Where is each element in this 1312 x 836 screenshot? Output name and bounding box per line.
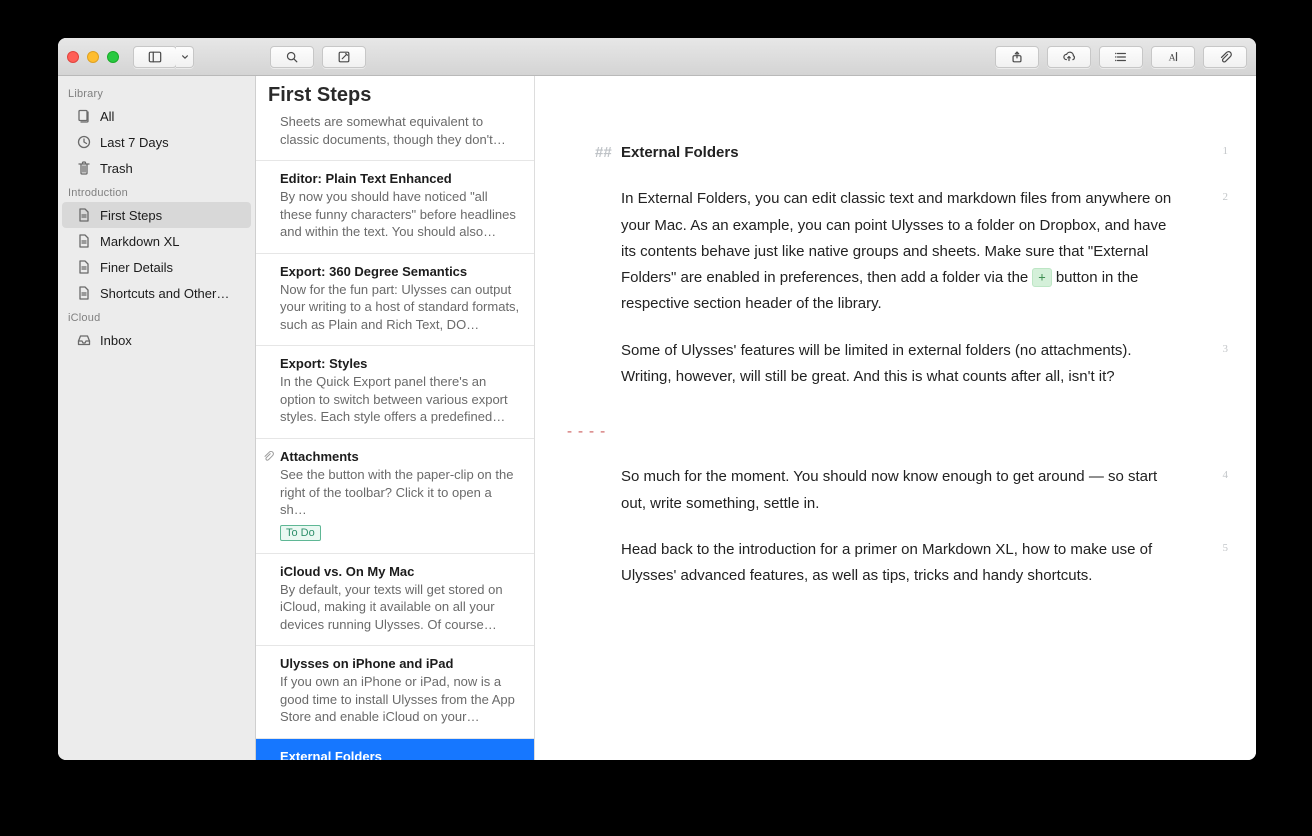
sidebar-item-finer-details[interactable]: Finer Details: [58, 254, 255, 280]
attachments-button[interactable]: [1203, 46, 1247, 68]
horizontal-rule: ----: [565, 418, 1176, 444]
sidebar-section-library: Library: [58, 82, 255, 103]
doc-icon: [76, 207, 92, 223]
plus-pill: +: [1032, 268, 1051, 287]
trash-icon: [76, 160, 92, 176]
publish-button[interactable]: [1047, 46, 1091, 68]
sidebar-item-label: First Steps: [100, 208, 162, 223]
sidebar-item-label: Markdown XL: [100, 234, 179, 249]
sheet-item[interactable]: External FoldersIn External Folders, you…: [256, 739, 534, 760]
editor-paragraph: Some of Ulysses' features will be limite…: [621, 338, 1176, 391]
sheet-snippet: See the button with the paper-clip on th…: [280, 466, 520, 519]
sidebar-item-label: Trash: [100, 161, 133, 176]
sidebar-item-label: Last 7 Days: [100, 135, 169, 150]
sheet-title: External Folders: [280, 749, 520, 760]
paperclip-icon: [1218, 50, 1232, 64]
sidebar-section-icloud: iCloud: [58, 306, 255, 327]
paragraph-number: 5: [1223, 539, 1229, 558]
doc-icon: [76, 259, 92, 275]
sheet-snippet: In the Quick Export panel there's an opt…: [280, 373, 520, 426]
sheet-snippet: Now for the fun part: Ulysses can output…: [280, 281, 520, 334]
sidebar-item-last7days[interactable]: Last 7 Days: [58, 129, 255, 155]
share-icon: [1010, 50, 1024, 64]
sheet-title: iCloud vs. On My Mac: [280, 564, 520, 579]
typography-icon: A: [1166, 50, 1180, 64]
doc-stack-icon: [76, 108, 92, 124]
editor-heading: External Folders: [621, 144, 739, 161]
doc-icon: [76, 285, 92, 301]
close-button[interactable]: [67, 51, 79, 63]
sidebar-item-shortcuts[interactable]: Shortcuts and Other…: [58, 280, 255, 306]
sheet-item[interactable]: Export: 360 Degree Semantics Now for the …: [256, 254, 534, 347]
sheet-snippet: By now you should have noticed "all thes…: [280, 188, 520, 241]
paragraph-number: 1: [1223, 142, 1229, 161]
search-button[interactable]: [270, 46, 314, 68]
sheet-snippet: By default, your texts will get stored o…: [280, 581, 520, 634]
sidebar-item-markdown-xl[interactable]: Markdown XL: [58, 228, 255, 254]
editor-paragraph: Head back to the introduction for a prim…: [621, 537, 1176, 590]
sheet-snippet: If you own an iPhone or iPad, now is a g…: [280, 673, 520, 726]
sidebar-item-label: Finer Details: [100, 260, 173, 275]
sheet-item[interactable]: Sheets are somewhat equivalent to classi…: [256, 113, 534, 161]
sheet-list-header: First Steps: [256, 76, 534, 113]
inbox-icon: [76, 332, 92, 348]
editor-paragraph: In External Folders, you can edit classi…: [621, 186, 1176, 317]
paragraph-text: Head back to the introduction for a prim…: [621, 541, 1152, 584]
svg-text:A: A: [1169, 52, 1176, 63]
sidebar-item-first-steps[interactable]: First Steps: [62, 202, 251, 228]
cloud-upload-icon: [1062, 50, 1076, 64]
paragraph-number: 4: [1223, 466, 1229, 485]
editor-heading-block: ## External Folders 1: [621, 140, 1176, 166]
sheet-title: Attachments: [280, 449, 520, 464]
sidebar-item-trash[interactable]: Trash: [58, 155, 255, 181]
export-button[interactable]: [995, 46, 1039, 68]
sidebar-item-all[interactable]: All: [58, 103, 255, 129]
sheet-item[interactable]: Editor: Plain Text Enhanced By now you sh…: [256, 161, 534, 254]
heading-marker: ##: [595, 140, 612, 166]
sheet-list: First Steps Sheets are somewhat equivale…: [256, 76, 535, 760]
outline-button[interactable]: [1099, 46, 1143, 68]
paragraph-text: So much for the moment. You should now k…: [621, 468, 1157, 511]
sheet-title: Export: 360 Degree Semantics: [280, 264, 520, 279]
sheet-title: Editor: Plain Text Enhanced: [280, 171, 520, 186]
sidebar-options-button[interactable]: [176, 46, 194, 68]
sidebar-item-label: All: [100, 109, 114, 124]
compose-icon: [337, 50, 351, 64]
toggle-sidebar-button[interactable]: [133, 46, 177, 68]
sheet-item[interactable]: Attachments See the button with the paper…: [256, 439, 534, 554]
typography-button[interactable]: A: [1151, 46, 1195, 68]
sheet-title: Export: Styles: [280, 356, 520, 371]
sidebar-item-label: Shortcuts and Other…: [100, 286, 229, 301]
chevron-down-icon: [181, 53, 189, 61]
paragraph-number: 2: [1223, 188, 1229, 207]
minimize-button[interactable]: [87, 51, 99, 63]
sheet-snippet: Sheets are somewhat equivalent to classi…: [280, 113, 520, 148]
app-window: A Library All Last 7 Days Trash Introduc…: [58, 38, 1256, 760]
new-sheet-button[interactable]: [322, 46, 366, 68]
list-icon: [1114, 50, 1128, 64]
doc-icon: [76, 233, 92, 249]
titlebar: A: [58, 38, 1256, 76]
sidebar-section-introduction: Introduction: [58, 181, 255, 202]
clock-icon: [76, 134, 92, 150]
sheet-tag: To Do: [280, 525, 321, 541]
sidebar-item-label: Inbox: [100, 333, 132, 348]
search-icon: [285, 50, 299, 64]
sidebar-item-inbox[interactable]: Inbox: [58, 327, 255, 353]
traffic-lights: [67, 51, 119, 63]
content-area: Library All Last 7 Days Trash Introducti…: [58, 76, 1256, 760]
sheet-item[interactable]: iCloud vs. On My Mac By default, your tex…: [256, 554, 534, 647]
sheet-list-scroll[interactable]: Sheets are somewhat equivalent to classi…: [256, 113, 534, 760]
paragraph-text: Some of Ulysses' features will be limite…: [621, 342, 1132, 385]
editor[interactable]: ## External Folders 1 In External Folder…: [535, 76, 1256, 760]
fullscreen-button[interactable]: [107, 51, 119, 63]
sheet-item[interactable]: Ulysses on iPhone and iPad If you own an …: [256, 646, 534, 739]
editor-paragraph: So much for the moment. You should now k…: [621, 464, 1176, 517]
sidebar: Library All Last 7 Days Trash Introducti…: [58, 76, 256, 760]
sheet-item[interactable]: Export: Styles In the Quick Export panel …: [256, 346, 534, 439]
sheet-title: Ulysses on iPhone and iPad: [280, 656, 520, 671]
sidebar-icon: [148, 50, 162, 64]
paragraph-number: 3: [1223, 340, 1229, 359]
paperclip-icon: [262, 449, 274, 467]
